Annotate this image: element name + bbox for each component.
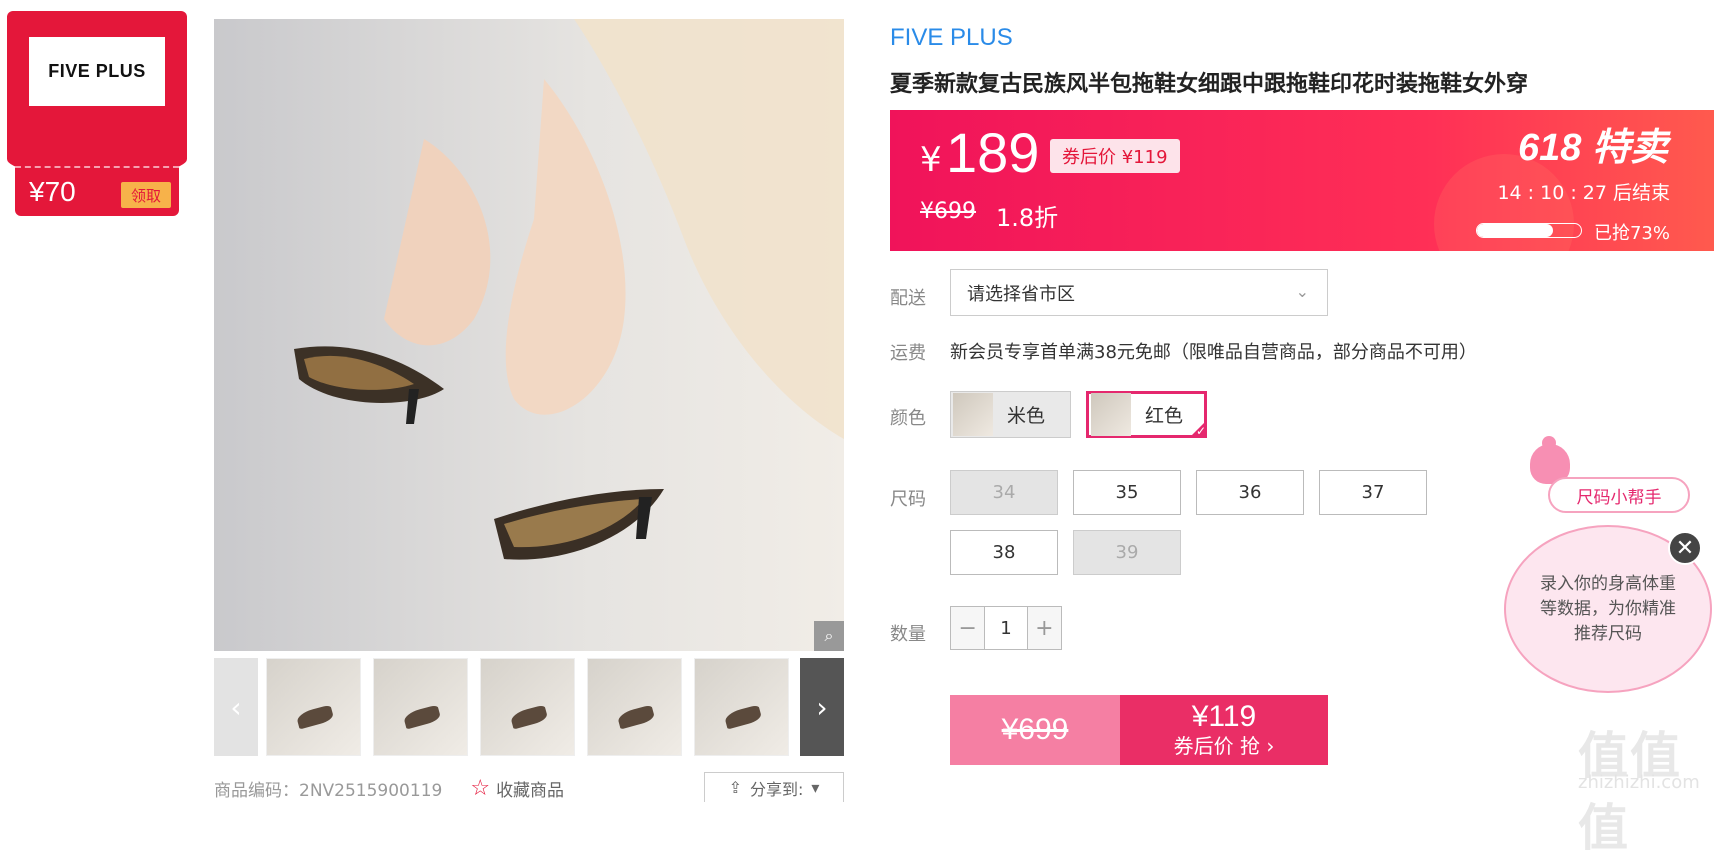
quantity-increase-button[interactable]: + — [1027, 607, 1061, 649]
close-icon[interactable]: ✕ — [1668, 531, 1702, 565]
size-option-36[interactable]: 36 — [1196, 470, 1304, 515]
color-swatch-image — [1091, 393, 1131, 436]
region-select-placeholder: 请选择省市区 — [967, 283, 1075, 305]
watermark-url: zhizhizhi.com — [1578, 772, 1700, 793]
size-option-34[interactable]: 34 — [950, 470, 1058, 515]
buy-with-coupon-button[interactable]: ¥119 券后价 抢 › — [1120, 695, 1328, 765]
favorite-label: 收藏商品 — [496, 781, 565, 801]
color-swatch-image — [953, 393, 993, 436]
product-photo — [294, 19, 844, 560]
chevron-down-icon: ▾ — [811, 778, 820, 797]
thumbnail-prev-button[interactable]: ‹ — [214, 658, 258, 756]
share-label: 分享到: — [749, 779, 804, 799]
promo-618-badge: 618 特卖 — [1518, 127, 1668, 169]
favorite-button[interactable]: ☆ 收藏商品 — [470, 776, 564, 801]
region-select[interactable]: 请选择省市区 ⌄ — [950, 269, 1328, 316]
quantity-stepper: − 1 + — [950, 606, 1062, 650]
thumbnail-5[interactable] — [694, 658, 789, 756]
color-label: 颜色 — [890, 408, 926, 429]
coupon-card-bottom: ¥70 领取 — [15, 166, 179, 216]
brand-link[interactable]: FIVE PLUS — [890, 24, 1013, 52]
zoom-icon[interactable]: ⌕ — [814, 621, 844, 651]
selected-check-icon: ✓ — [1189, 420, 1207, 438]
price-currency: ¥ — [920, 140, 942, 180]
thumbnail-4[interactable] — [587, 658, 682, 756]
countdown-timer: 14 : 10 : 27 后结束 — [1497, 182, 1670, 204]
coupon-price-tag: 券后价 ¥119 — [1050, 139, 1180, 173]
thumbnail-1[interactable] — [266, 658, 361, 756]
original-price: ¥699 — [920, 199, 976, 224]
star-icon: ☆ — [470, 776, 491, 801]
size-option-37[interactable]: 37 — [1319, 470, 1427, 515]
sale-price: 189 — [946, 121, 1040, 184]
coupon-claim-button[interactable]: 领取 — [121, 182, 171, 208]
size-helper-tag[interactable]: 尺码小帮手 — [1548, 477, 1690, 513]
sold-progress-fill — [1477, 224, 1553, 237]
coupon-brand-logo: FIVE PLUS — [29, 37, 165, 106]
coupon-amount: ¥70 — [29, 176, 76, 207]
thumbnail-strip — [266, 658, 789, 756]
size-option-39[interactable]: 39 — [1073, 530, 1181, 575]
color-option-beige[interactable]: 米色 — [950, 391, 1071, 438]
price-band: ¥ 189 券后价 ¥119 ¥699 1.8折 618 特卖 14 : 10 … — [890, 110, 1714, 251]
shipping-label: 运费 — [890, 343, 926, 364]
thumbnail-next-button[interactable]: › — [800, 658, 844, 756]
color-option-red[interactable]: 红色 ✓ — [1086, 391, 1207, 438]
chevron-down-icon: ⌄ — [1295, 282, 1309, 301]
product-code: 商品编码：2NV2515900119 — [214, 781, 443, 801]
product-title: 夏季新款复古民族风半包拖鞋女细跟中跟拖鞋印花时装拖鞋女外穿 — [890, 72, 1529, 97]
color-option-label: 米色 — [1007, 405, 1046, 427]
quantity-decrease-button[interactable]: − — [951, 607, 985, 649]
size-label: 尺码 — [890, 489, 926, 510]
shipping-text: 新会员专享首单满38元免邮（限唯品自营商品，部分商品不可用） — [950, 342, 1477, 363]
store-coupon-card[interactable]: FIVE PLUS ¥70 领取 — [7, 11, 187, 217]
main-product-image[interactable]: ⌕ — [214, 19, 844, 651]
sold-progress-text: 已抢73% — [1593, 223, 1670, 244]
buy-coupon-price: ¥119 — [1191, 700, 1257, 733]
delivery-label: 配送 — [890, 288, 926, 309]
discount-rate: 1.8折 — [996, 204, 1059, 232]
share-icon: ⇪ — [728, 778, 742, 797]
color-option-label: 红色 — [1145, 405, 1184, 427]
size-option-35[interactable]: 35 — [1073, 470, 1181, 515]
buy-cta-label: 券后价 抢 › — [1173, 734, 1275, 758]
thumbnail-3[interactable] — [480, 658, 575, 756]
thumbnail-2[interactable] — [373, 658, 468, 756]
sold-progress-bar — [1476, 223, 1582, 238]
quantity-label: 数量 — [890, 624, 926, 645]
product-meta-row: 商品编码：2NV2515900119 ☆ 收藏商品 — [214, 776, 564, 801]
quantity-input[interactable]: 1 — [984, 607, 1028, 649]
buy-original-price[interactable]: ¥699 — [950, 695, 1120, 765]
size-option-38[interactable]: 38 — [950, 530, 1058, 575]
